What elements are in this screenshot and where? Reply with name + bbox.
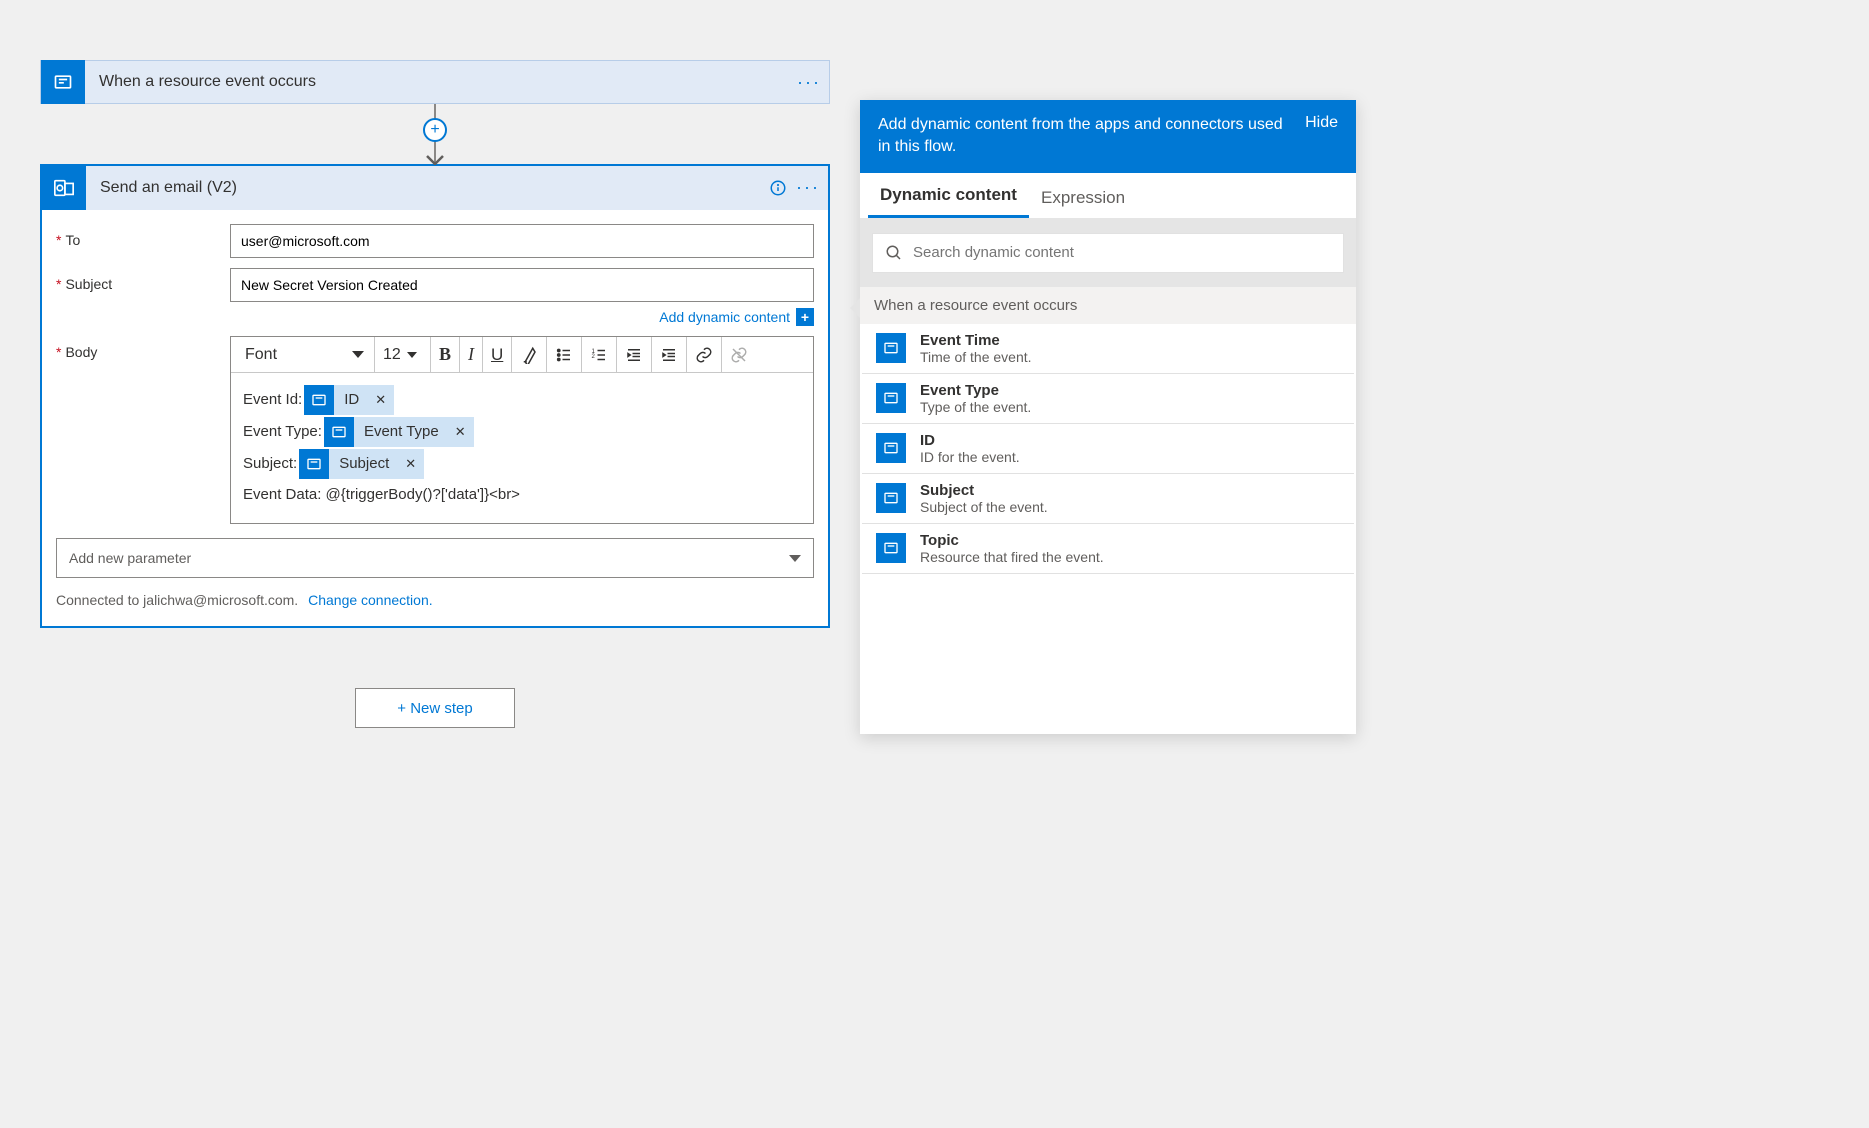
add-parameter-dropdown[interactable]: Add new parameter xyxy=(56,538,814,578)
info-button[interactable] xyxy=(760,170,796,206)
underline-button[interactable]: U xyxy=(483,337,512,373)
hide-panel-button[interactable]: Hide xyxy=(1305,114,1338,132)
dc-item-desc: Time of the event. xyxy=(920,349,1032,365)
add-dynamic-content-link[interactable]: Add dynamic content + xyxy=(56,302,814,326)
token-remove-button[interactable]: ✕ xyxy=(447,420,474,445)
panel-header-text: Add dynamic content from the apps and co… xyxy=(878,114,1289,159)
dc-item[interactable]: Event TypeType of the event. xyxy=(862,374,1354,424)
insert-step-button[interactable]: + xyxy=(423,118,447,142)
svg-text:2: 2 xyxy=(592,354,596,360)
dc-item[interactable]: Event TimeTime of the event. xyxy=(862,324,1354,374)
italic-button[interactable]: I xyxy=(460,337,483,373)
dc-item[interactable]: SubjectSubject of the event. xyxy=(862,474,1354,524)
event-grid-icon xyxy=(299,449,329,479)
dc-item-desc: ID for the event. xyxy=(920,449,1020,465)
action-card: Send an email (V2) ··· *To *Subject xyxy=(40,164,830,628)
dc-item-desc: Type of the event. xyxy=(920,399,1031,415)
trigger-menu-button[interactable]: ··· xyxy=(797,72,829,93)
body-text: Subject: xyxy=(243,450,297,479)
indent-button[interactable] xyxy=(652,337,687,373)
number-list-button[interactable]: 12 xyxy=(582,337,617,373)
event-grid-icon xyxy=(876,333,906,363)
dc-item-desc: Subject of the event. xyxy=(920,499,1048,515)
body-editor: Font 12 B I U 12 xyxy=(230,336,814,524)
to-input[interactable] xyxy=(230,224,814,258)
dc-item[interactable]: IDID for the event. xyxy=(862,424,1354,474)
event-grid-icon xyxy=(876,433,906,463)
token-remove-button[interactable]: ✕ xyxy=(367,388,394,413)
connection-info: Connected to jalichwa@microsoft.com. Cha… xyxy=(56,578,814,618)
unlink-button[interactable] xyxy=(722,337,756,373)
dc-item-desc: Resource that fired the event. xyxy=(920,549,1104,565)
token-event-type[interactable]: Event Type ✕ xyxy=(324,417,474,447)
dc-item-name: Topic xyxy=(920,532,1104,549)
dynamic-content-badge-icon: + xyxy=(796,308,814,326)
event-grid-icon xyxy=(41,60,85,104)
action-menu-button[interactable]: ··· xyxy=(796,177,828,198)
body-text: Event Data: @{triggerBody()?['data']}<br… xyxy=(243,481,801,510)
color-button[interactable] xyxy=(512,337,547,373)
search-input[interactable] xyxy=(913,244,1331,261)
subject-label: *Subject xyxy=(56,268,230,292)
outlook-icon xyxy=(42,166,86,210)
action-title: Send an email (V2) xyxy=(86,179,760,197)
body-text: Event Type: xyxy=(243,418,322,447)
dc-item-name: Event Time xyxy=(920,332,1032,349)
body-text: Event Id: xyxy=(243,386,302,415)
event-grid-icon xyxy=(304,385,334,415)
action-header[interactable]: Send an email (V2) ··· xyxy=(42,166,828,210)
trigger-title: When a resource event occurs xyxy=(85,73,797,91)
event-grid-icon xyxy=(324,417,354,447)
dc-item-name: Event Type xyxy=(920,382,1031,399)
subject-input[interactable] xyxy=(230,268,814,302)
tab-dynamic-content[interactable]: Dynamic content xyxy=(868,175,1029,218)
outdent-button[interactable] xyxy=(617,337,652,373)
tab-expression[interactable]: Expression xyxy=(1029,178,1137,218)
font-size-select[interactable]: 12 xyxy=(375,337,431,373)
event-grid-icon xyxy=(876,483,906,513)
dynamic-content-panel: Add dynamic content from the apps and co… xyxy=(860,100,1356,734)
bullet-list-button[interactable] xyxy=(547,337,582,373)
token-remove-button[interactable]: ✕ xyxy=(397,452,424,477)
dc-section-header: When a resource event occurs xyxy=(860,287,1356,324)
search-icon xyxy=(885,244,903,262)
body-content[interactable]: Event Id: ID ✕ Event Type: xyxy=(231,373,813,523)
flow-connector: + xyxy=(40,104,830,164)
token-subject[interactable]: Subject ✕ xyxy=(299,449,424,479)
bold-button[interactable]: B xyxy=(431,337,460,373)
font-select[interactable]: Font xyxy=(235,337,375,373)
change-connection-link[interactable]: Change connection. xyxy=(308,592,433,608)
event-grid-icon xyxy=(876,533,906,563)
panel-pointer-icon xyxy=(850,298,860,318)
dc-item-name: Subject xyxy=(920,482,1048,499)
trigger-card[interactable]: When a resource event occurs ··· xyxy=(40,60,830,104)
rte-toolbar: Font 12 B I U 12 xyxy=(231,337,813,373)
token-id[interactable]: ID ✕ xyxy=(304,385,394,415)
link-button[interactable] xyxy=(687,337,722,373)
dc-item-name: ID xyxy=(920,432,1020,449)
dc-item[interactable]: TopicResource that fired the event. xyxy=(862,524,1354,574)
to-label: *To xyxy=(56,224,230,248)
body-label: *Body xyxy=(56,336,230,360)
event-grid-icon xyxy=(876,383,906,413)
new-step-button[interactable]: + New step xyxy=(355,688,515,728)
